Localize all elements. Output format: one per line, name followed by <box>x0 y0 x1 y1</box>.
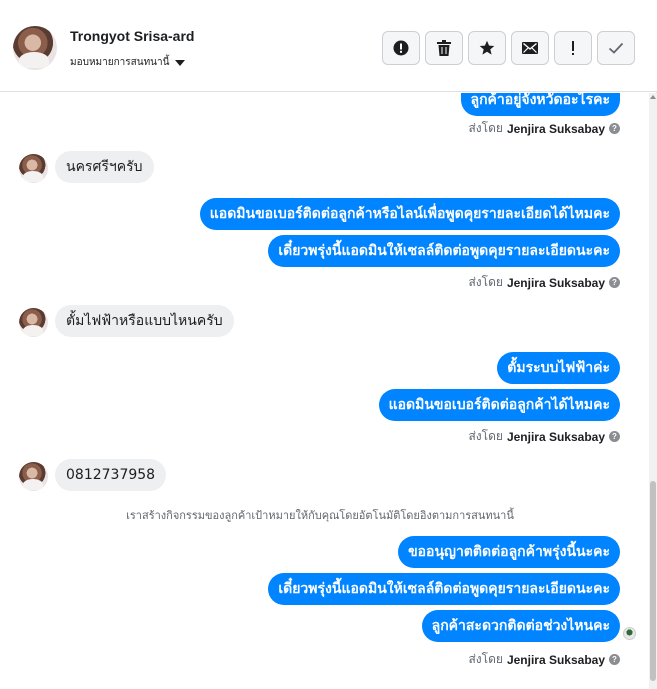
sent-by-label: ส่งโดย Jenjira Suksabay ? <box>468 273 620 292</box>
sent-by-prefix: ส่งโดย <box>468 652 503 666</box>
assign-conversation-dropdown[interactable]: มอบหมายการสนทนานี้ <box>70 55 186 70</box>
outgoing-message[interactable]: เดี๋ยวพรุ่งนี้แอดมินให้เซลล์ติดต่อพูดคุย… <box>268 235 620 267</box>
delete-button[interactable] <box>425 31 463 65</box>
sent-by-label: ส่งโดย Jenjira Suksabay ? <box>468 650 620 669</box>
incoming-message[interactable]: ตั้มไฟฟ้าหรือแบบไหนครับ <box>55 305 234 337</box>
scroll-thumb[interactable] <box>650 481 656 681</box>
message-thread[interactable]: ลูกค้าอยู่จังหวัดอะไรคะ ส่งโดย Jenjira S… <box>0 93 649 689</box>
outgoing-message[interactable]: ลูกค้าอยู่จังหวัดอะไรคะ <box>460 93 620 116</box>
seen-avatar-icon <box>623 627 636 640</box>
conversation-window: Trongyot Srisa-ard มอบหมายการสนทนานี้ ลู… <box>0 0 657 689</box>
check-icon <box>608 42 624 54</box>
contact-avatar-small[interactable] <box>19 308 48 337</box>
conversation-header: Trongyot Srisa-ard มอบหมายการสนทนานี้ <box>0 0 657 92</box>
help-icon[interactable]: ? <box>609 431 620 442</box>
contact-avatar-small[interactable] <box>19 154 48 183</box>
outgoing-message[interactable]: เดี๋ยวพรุ่งนี้แอดมินให้เซลล์ติดต่อพูดคุย… <box>268 573 620 605</box>
sent-by-label: ส่งโดย Jenjira Suksabay ? <box>468 119 620 138</box>
sent-by-agent: Jenjira Suksabay <box>506 652 605 667</box>
scroll-up-arrow-icon[interactable] <box>650 95 656 99</box>
sent-by-prefix: ส่งโดย <box>468 429 503 443</box>
star-icon <box>479 40 495 55</box>
system-notice: เราสร้างกิจกรรมของลูกค้าเป้าหมายให้กับคุ… <box>126 510 514 522</box>
outgoing-message[interactable]: ตั้มระบบไฟฟ้าค่ะ <box>497 352 620 384</box>
contact-avatar[interactable] <box>13 26 57 70</box>
incoming-message[interactable]: 0812737958 <box>55 459 167 491</box>
alert-circle-icon <box>393 40 409 56</box>
follow-up-button[interactable] <box>554 31 592 65</box>
mark-unread-button[interactable] <box>511 31 549 65</box>
conversation-actions <box>382 31 635 65</box>
help-icon[interactable]: ? <box>609 123 620 134</box>
star-button[interactable] <box>468 31 506 65</box>
help-icon[interactable]: ? <box>609 277 620 288</box>
sent-by-agent: Jenjira Suksabay <box>506 429 605 444</box>
sent-by-prefix: ส่งโดย <box>468 275 503 289</box>
assign-label: มอบหมายการสนทนานี้ <box>70 57 170 68</box>
sent-by-prefix: ส่งโดย <box>468 121 503 135</box>
help-icon[interactable]: ? <box>609 654 620 665</box>
trash-icon <box>437 40 451 56</box>
sent-by-agent: Jenjira Suksabay <box>506 121 605 136</box>
outgoing-message[interactable]: ขออนุญาตติดต่อลูกค้าพรุ่งนี้นะคะ <box>398 536 620 568</box>
spam-button[interactable] <box>382 31 420 65</box>
incoming-message[interactable]: นครศรีฯครับ <box>55 151 154 183</box>
envelope-icon <box>522 42 538 54</box>
sent-by-label: ส่งโดย Jenjira Suksabay ? <box>468 427 620 446</box>
caret-down-icon <box>175 59 186 66</box>
sent-by-agent: Jenjira Suksabay <box>506 275 605 290</box>
outgoing-message[interactable]: แอดมินขอเบอร์ติดต่อลูกค้าได้ไหมคะ <box>378 389 620 421</box>
thread-scrollbar[interactable] <box>649 93 657 689</box>
mark-done-button[interactable] <box>597 31 635 65</box>
contact-name[interactable]: Trongyot Srisa-ard <box>70 28 194 44</box>
outgoing-message[interactable]: แอดมินขอเบอร์ติดต่อลูกค้าหรือไลน์เพื่อพู… <box>199 198 620 230</box>
contact-avatar-small[interactable] <box>19 462 48 491</box>
outgoing-message[interactable]: ลูกค้าสะดวกติดต่อช่วงไหนคะ <box>421 610 620 642</box>
exclamation-icon <box>572 41 574 55</box>
